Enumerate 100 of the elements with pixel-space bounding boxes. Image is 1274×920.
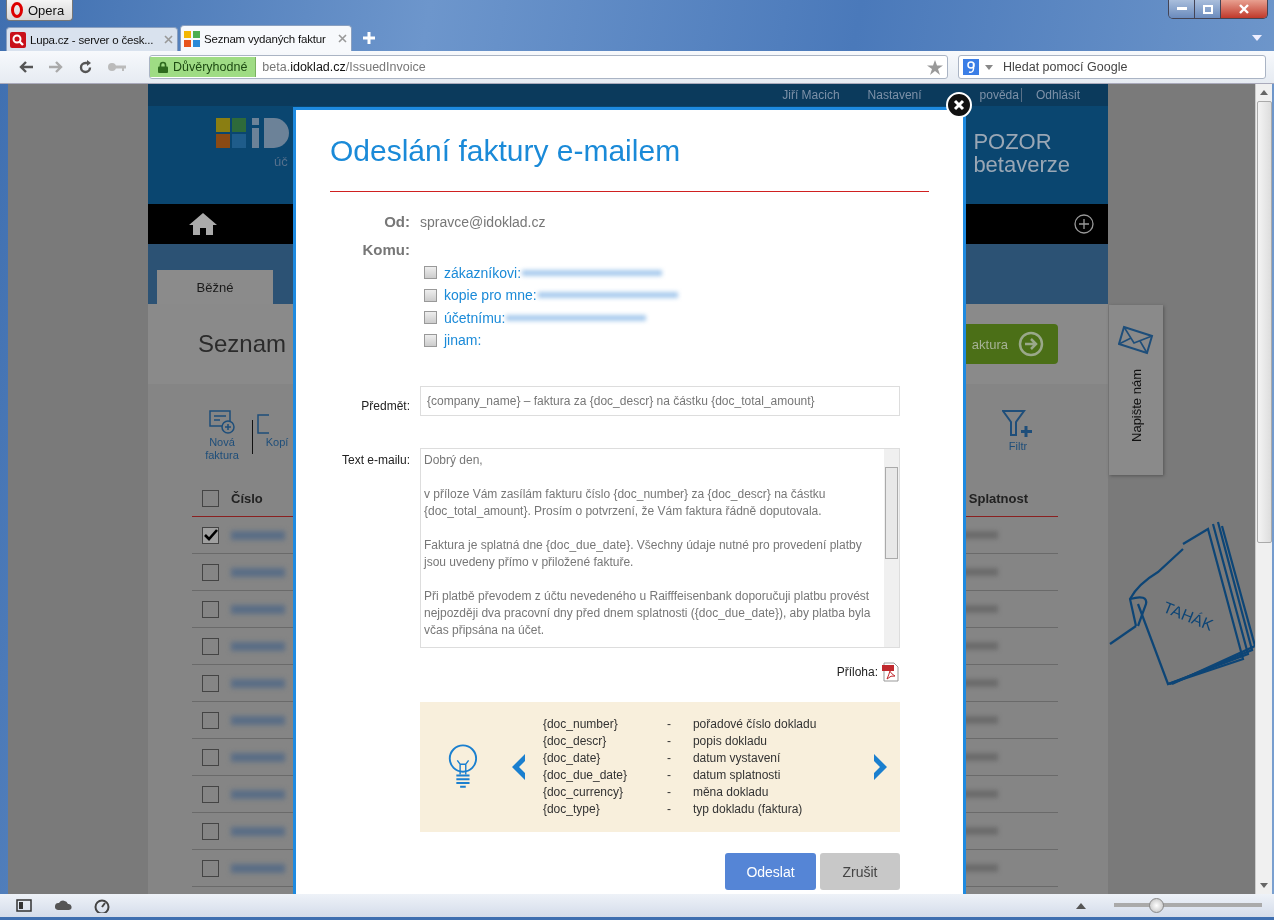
page-tab[interactable]: Běžné [157, 270, 273, 304]
beta-notice: POZOR betaverze [973, 130, 1070, 176]
search-field[interactable]: Hledat pomocí Google [958, 55, 1266, 79]
recipient-label[interactable]: účetnímu: [444, 309, 506, 326]
separator-dash: - [666, 801, 672, 818]
minimize-icon [1176, 7, 1187, 11]
filter-add-icon[interactable] [1002, 410, 1034, 438]
colored-squares-icon [184, 30, 200, 47]
close-tab-icon[interactable] [164, 35, 173, 44]
placeholder-description: popis dokladu [692, 733, 768, 750]
account-link[interactable]: Odhlásit [1020, 88, 1094, 102]
cancel-button[interactable]: Zrušit [820, 853, 900, 890]
address-field[interactable]: Důvěryhodné beta.idoklad.cz/IssuedInvoice [149, 55, 948, 79]
placeholder-description: typ dokladu (faktura) [692, 801, 804, 818]
toolbar-label[interactable]: Nová faktura [202, 436, 242, 462]
recipient-label[interactable]: kopie pro mne: [444, 287, 537, 304]
row-checkbox[interactable] [202, 748, 219, 766]
reload-icon[interactable] [78, 59, 93, 75]
recipient-label[interactable]: zákazníkovi: [444, 264, 522, 281]
subject-field[interactable]: {company_name} – faktura za {doc_descr} na částku {doc_total_amount} [420, 386, 900, 416]
redacted-text [231, 604, 285, 614]
row-checkbox[interactable] [202, 563, 219, 581]
minimize-button[interactable] [1169, 0, 1195, 18]
pdf-file-icon[interactable] [882, 662, 900, 682]
account-link[interactable]: Nastavení [853, 88, 936, 102]
column-header[interactable]: Číslo [231, 490, 263, 506]
recipient-checkbox[interactable] [424, 266, 437, 280]
forward-icon[interactable] [48, 60, 64, 74]
close-tab-icon[interactable] [338, 34, 347, 43]
back-icon[interactable] [18, 60, 34, 74]
user-name: Jiří Macich [782, 88, 840, 102]
tab-menu-caret-icon[interactable] [1252, 35, 1262, 41]
feedback-label[interactable]: Napište nám [1128, 369, 1144, 442]
browser-tab[interactable]: Seznam vydaných faktur [180, 25, 352, 51]
row-checkbox[interactable] [202, 674, 219, 692]
recipient-checkbox[interactable] [424, 288, 437, 302]
recipient-checkbox[interactable] [424, 333, 437, 347]
placeholder-description: měna dokladu [692, 784, 770, 801]
document-add-icon[interactable] [209, 410, 235, 434]
maximize-button[interactable] [1195, 0, 1221, 18]
scroll-down-icon[interactable] [1260, 883, 1268, 888]
star-icon[interactable] [927, 59, 943, 75]
new-tab-icon[interactable] [362, 31, 376, 45]
restore-icon [1202, 4, 1213, 14]
toolbar-label[interactable]: Kopí [257, 436, 297, 449]
next-arrow-icon[interactable] [872, 753, 888, 781]
caret-icon[interactable] [985, 64, 993, 70]
recipient-label[interactable]: jinam: [444, 332, 482, 349]
row-checkbox[interactable] [202, 859, 219, 877]
caret-up-icon[interactable] [1076, 902, 1086, 909]
separator-dash: - [666, 767, 672, 784]
browser-tab[interactable]: Lupa.cz - server o česk... [6, 27, 178, 51]
panel-toggle-icon[interactable] [16, 899, 32, 912]
select-all-checkbox[interactable] [202, 489, 219, 507]
account-link[interactable]: pověda [979, 88, 1021, 102]
row-checkbox[interactable] [202, 785, 219, 803]
redacted-text [231, 715, 285, 725]
placeholder-token: {doc_due_date} [542, 767, 629, 784]
placeholder-token: {doc_date} [542, 750, 602, 767]
scroll-up-icon[interactable] [1260, 90, 1268, 95]
trusted-badge[interactable]: Důvěryhodné [150, 57, 257, 77]
redacted-text [231, 567, 285, 577]
redacted-text [231, 678, 285, 688]
subject-label: Předmět: [360, 398, 410, 415]
redacted-text [231, 863, 285, 873]
page-scrollbar[interactable] [1255, 84, 1272, 894]
row-checkbox[interactable] [202, 526, 219, 544]
logo-subtitle: úč [274, 154, 289, 169]
sender-address: spravce@idoklad.cz [420, 213, 547, 232]
toolbar-label[interactable]: Filtr [998, 440, 1038, 453]
email-body-text: Dobrý den, v příloze Vám zasílám fakturu číslo {doc_number} za {doc_descr} na částku {doc_total_amount}. Prosím o potvrzení, že Vám faktura řádně doputovala. Faktura je splatná dne {doc_due_date}. Všechny údaje nutné pro provedení platby jsou uvedeny přímo v přiložené faktuře. Při platbě převodem z účtu nevedeného u Raifffeisenbank doporučuji platbu provést nejpozději dva pracovní dny před dnem splatnosti ({doc_due_date}), aby platba byla včas připsána na účet. [424, 452, 872, 639]
column-header[interactable]: Splatnost [968, 490, 1028, 506]
placeholder-token: {doc_number} [542, 716, 619, 733]
separator-dash: - [666, 784, 672, 801]
placeholder-token: {doc_currency} [542, 784, 624, 801]
placeholder-token: {doc_descr} [542, 733, 608, 750]
zoom-slider-thumb[interactable] [1149, 898, 1165, 913]
to-label: Komu: [361, 240, 410, 260]
add-circle-icon[interactable] [1074, 214, 1094, 234]
search-engine-icon[interactable] [963, 59, 979, 75]
row-checkbox[interactable] [202, 711, 219, 729]
row-checkbox[interactable] [202, 822, 219, 840]
placeholder-description: pořadové číslo dokladu [692, 716, 818, 733]
envelope-icon [1118, 325, 1154, 355]
close-button[interactable] [1221, 0, 1267, 18]
scrollbar[interactable] [884, 449, 899, 647]
speedometer-icon[interactable] [94, 898, 110, 913]
redacted-text [231, 752, 285, 762]
opera-menu-button[interactable]: Opera [6, 0, 74, 21]
row-checkbox[interactable] [202, 637, 219, 655]
feedback-tab[interactable]: Napište nám [1109, 305, 1163, 475]
page-heading: Seznam [198, 330, 287, 358]
cloud-icon[interactable] [54, 900, 72, 911]
send-button[interactable]: Odeslat [725, 853, 816, 890]
separator-dash: - [666, 750, 672, 767]
home-icon[interactable] [188, 212, 218, 236]
row-checkbox[interactable] [202, 600, 219, 618]
url-text: beta.idoklad.cz/IssuedInvoice [261, 60, 427, 74]
key-icon[interactable] [107, 62, 127, 72]
recipient-checkbox[interactable] [424, 311, 437, 325]
